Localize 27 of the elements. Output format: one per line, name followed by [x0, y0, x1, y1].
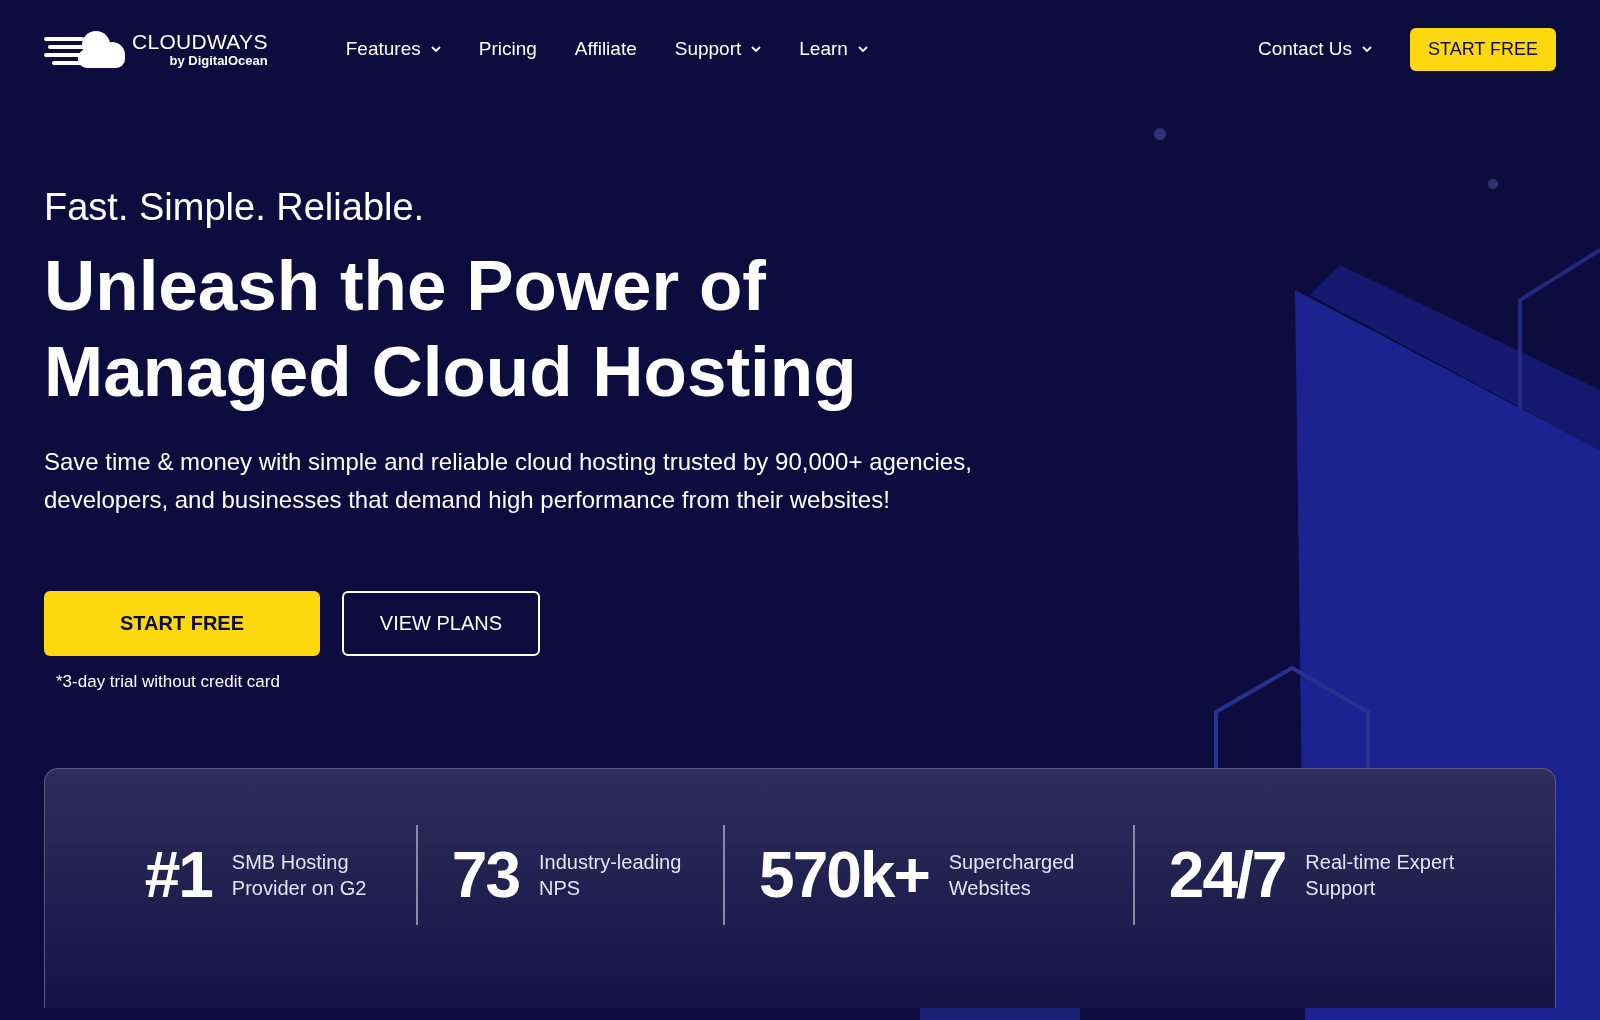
chevron-down-icon	[430, 45, 441, 53]
nav-link[interactable]: Support	[674, 38, 762, 60]
headline: Unleash the Power of Managed Cloud Hosting	[44, 245, 858, 413]
start-free-button[interactable]: START FREE	[44, 591, 320, 656]
start-free-button[interactable]: START FREE	[1409, 27, 1556, 71]
view-plans-button[interactable]: VIEW PLANS	[342, 591, 540, 656]
stat-label: Supercharged Websites	[948, 850, 1076, 901]
logo-byline: by DigitalOcean	[169, 54, 268, 67]
description: Save time & money with simple and reliable cloud hosting trusted by 90,000+ agencies, developers, and businesses that demand high performance from their websites!	[44, 447, 973, 515]
nav-link[interactable]: Features	[345, 38, 441, 60]
stat-value: 73	[451, 838, 520, 912]
logo-wordmark: CLOUDWAYS	[132, 31, 268, 52]
tagline: Fast. Simple. Reliable.	[44, 186, 426, 229]
contact-link[interactable]: Contact Us	[1258, 38, 1372, 60]
trial-note: *3-day trial without credit card	[56, 672, 280, 692]
nav-link[interactable]: Pricing	[478, 38, 537, 60]
stat-label: Real-time Expert Support	[1305, 850, 1456, 901]
stat-value: #1	[144, 838, 212, 912]
stat-label: Industry-leading NPS	[539, 850, 683, 901]
chevron-down-icon	[751, 45, 762, 53]
nav-link[interactable]: Learn	[799, 38, 868, 60]
chevron-down-icon	[1361, 45, 1372, 53]
stat-value: 24/7	[1168, 838, 1286, 912]
chevron-down-icon	[857, 45, 868, 53]
stat-label: SMB Hosting Provider on G2	[231, 850, 368, 901]
stat-value: 570k+	[759, 838, 929, 912]
nav-link[interactable]: Affiliate	[574, 38, 637, 60]
